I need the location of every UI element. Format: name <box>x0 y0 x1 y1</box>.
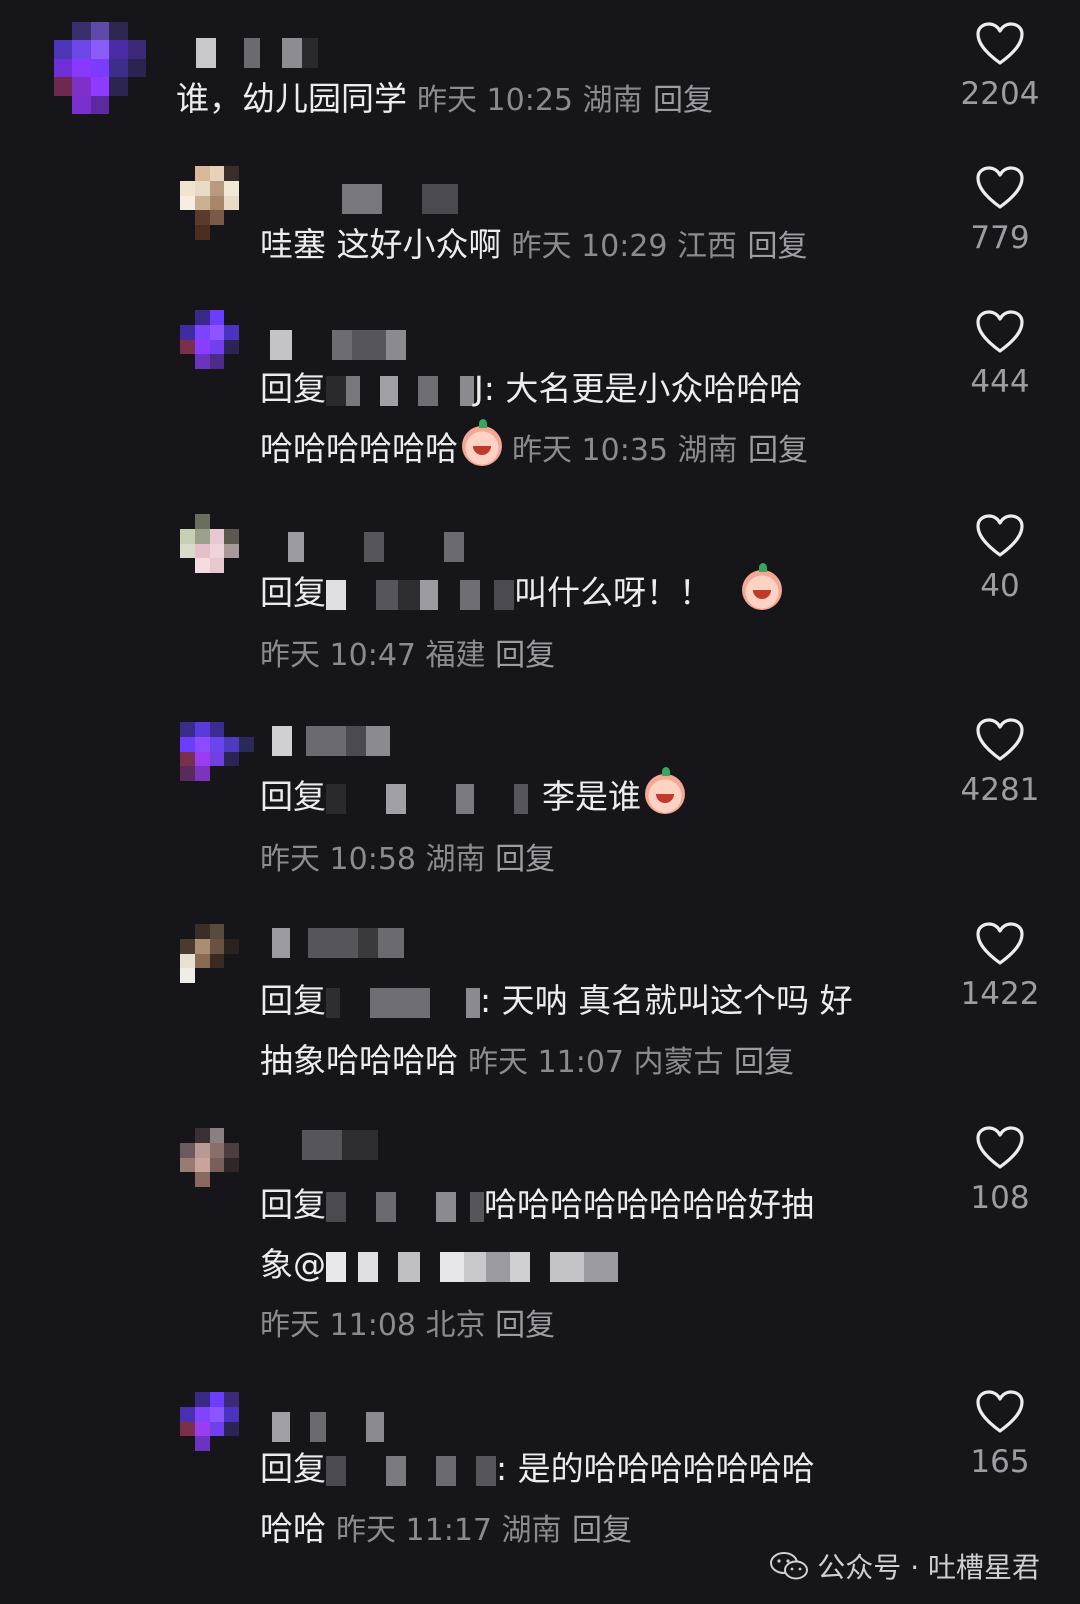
watermark: 公众号 · 吐槽星君 <box>769 1546 1040 1586</box>
heart-icon <box>976 166 1024 209</box>
comment-text-line2: 抽象哈哈哈哈 <box>260 1041 458 1080</box>
comment-thread: 谁，幼儿园同学 昨天 10:25 湖南 回复 2204 哇塞 这好小众啊 昨天 10… <box>0 0 1080 1604</box>
crying-laugh-emoji-icon <box>645 767 685 814</box>
avatar[interactable] <box>180 1128 254 1202</box>
like-count: 4281 <box>960 772 1040 808</box>
like-count: 2204 <box>960 76 1040 112</box>
username-redacted[interactable] <box>196 38 318 68</box>
shy-peach-emoji-icon <box>742 563 782 610</box>
like-count: 165 <box>970 1444 1030 1480</box>
mention-redacted[interactable] <box>326 1191 484 1222</box>
heart-icon <box>976 922 1024 965</box>
avatar[interactable] <box>180 166 254 240</box>
reply-button[interactable]: 回复 <box>653 83 713 118</box>
like-button[interactable]: 4281 <box>950 718 1050 810</box>
reply-button[interactable]: 回复 <box>572 1513 632 1548</box>
comment-text: 李是谁 <box>542 777 641 816</box>
avatar[interactable] <box>180 514 254 588</box>
like-button[interactable]: 2204 <box>950 22 1050 114</box>
reply-button[interactable]: 回复 <box>748 433 808 468</box>
reply-button[interactable]: 回复 <box>495 638 555 673</box>
comment-time: 昨天 10:29 江西 <box>511 229 738 264</box>
like-button[interactable]: 40 <box>950 514 1050 606</box>
mention-redacted[interactable] <box>326 987 480 1018</box>
mention-redacted[interactable] <box>326 1455 496 1486</box>
like-button[interactable]: 444 <box>950 310 1050 402</box>
reply-prefix: 回复 <box>260 573 326 612</box>
like-count: 779 <box>970 220 1030 256</box>
avatar[interactable] <box>180 722 254 796</box>
crying-laugh-emoji-icon <box>462 419 502 466</box>
reply-prefix: 回复 <box>260 1185 326 1224</box>
heart-icon <box>976 22 1024 65</box>
comment-time: 昨天 11:08 北京 <box>260 1308 486 1343</box>
wechat-icon <box>770 1552 809 1580</box>
reply-prefix: 回复 <box>260 369 326 408</box>
reply-prefix: 回复 <box>260 981 326 1020</box>
comment-text: 哇塞 这好小众啊 <box>260 225 502 264</box>
reply-button[interactable]: 回复 <box>495 842 555 877</box>
username-redacted[interactable] <box>272 1130 378 1160</box>
comment-text: 叫什么呀！！ <box>514 573 712 612</box>
like-button[interactable]: 1422 <box>950 922 1050 1014</box>
reply-prefix: 回复 <box>260 1449 326 1488</box>
comment-text-line2: 哈哈哈哈哈哈 <box>260 429 458 468</box>
avatar[interactable] <box>180 310 254 384</box>
heart-icon <box>976 718 1024 761</box>
like-button[interactable]: 165 <box>950 1390 1050 1482</box>
reply-prefix: 回复 <box>260 777 326 816</box>
avatar[interactable] <box>180 924 254 998</box>
username-redacted[interactable] <box>270 330 406 360</box>
avatar[interactable] <box>54 22 146 114</box>
mention-redacted[interactable] <box>326 375 474 406</box>
comment-text: 哈哈哈哈哈哈哈哈好抽 <box>484 1185 814 1224</box>
like-count: 444 <box>970 364 1030 400</box>
comment-time: 昨天 10:35 湖南 <box>512 433 738 468</box>
heart-icon <box>976 1390 1024 1433</box>
username-redacted[interactable] <box>262 184 458 214</box>
username-redacted[interactable] <box>272 928 404 958</box>
username-redacted[interactable] <box>288 532 464 562</box>
reply-button[interactable]: 回复 <box>734 1045 794 1080</box>
heart-icon <box>976 514 1024 557</box>
mention-redacted[interactable] <box>326 783 542 814</box>
like-count: 108 <box>970 1180 1030 1216</box>
comment-text-line2: 象@ <box>260 1245 326 1284</box>
reply-button[interactable]: 回复 <box>495 1308 555 1343</box>
comment-time: 昨天 11:17 湖南 <box>336 1513 562 1548</box>
heart-icon <box>976 1126 1024 1169</box>
mention-redacted[interactable] <box>326 1251 618 1282</box>
avatar[interactable] <box>180 1392 254 1466</box>
comment-text: : 是的哈哈哈哈哈哈哈 <box>496 1449 815 1488</box>
comment-text: 谁，幼儿园同学 <box>176 79 407 118</box>
comment-time: 昨天 10:58 湖南 <box>260 842 486 877</box>
mention-redacted[interactable] <box>326 579 514 610</box>
comment-text: : 天呐 真名就叫这个吗 好 <box>480 981 853 1020</box>
comment-time: 昨天 10:25 湖南 <box>417 83 643 118</box>
comment-text-line2: 哈哈 <box>260 1509 326 1548</box>
comment-time: 昨天 10:47 福建 <box>260 638 486 673</box>
comment-time: 昨天 11:07 内蒙古 <box>468 1045 724 1080</box>
reply-button[interactable]: 回复 <box>748 229 808 264</box>
username-redacted[interactable] <box>272 726 390 756</box>
like-button[interactable]: 779 <box>950 166 1050 258</box>
like-count: 40 <box>980 568 1020 604</box>
heart-icon <box>976 310 1024 353</box>
like-count: 1422 <box>960 976 1040 1012</box>
watermark-label: 公众号 · 吐槽星君 <box>817 1551 1040 1584</box>
like-button[interactable]: 108 <box>950 1126 1050 1218</box>
comment-text: J: 大名更是小众哈哈哈 <box>474 369 803 408</box>
